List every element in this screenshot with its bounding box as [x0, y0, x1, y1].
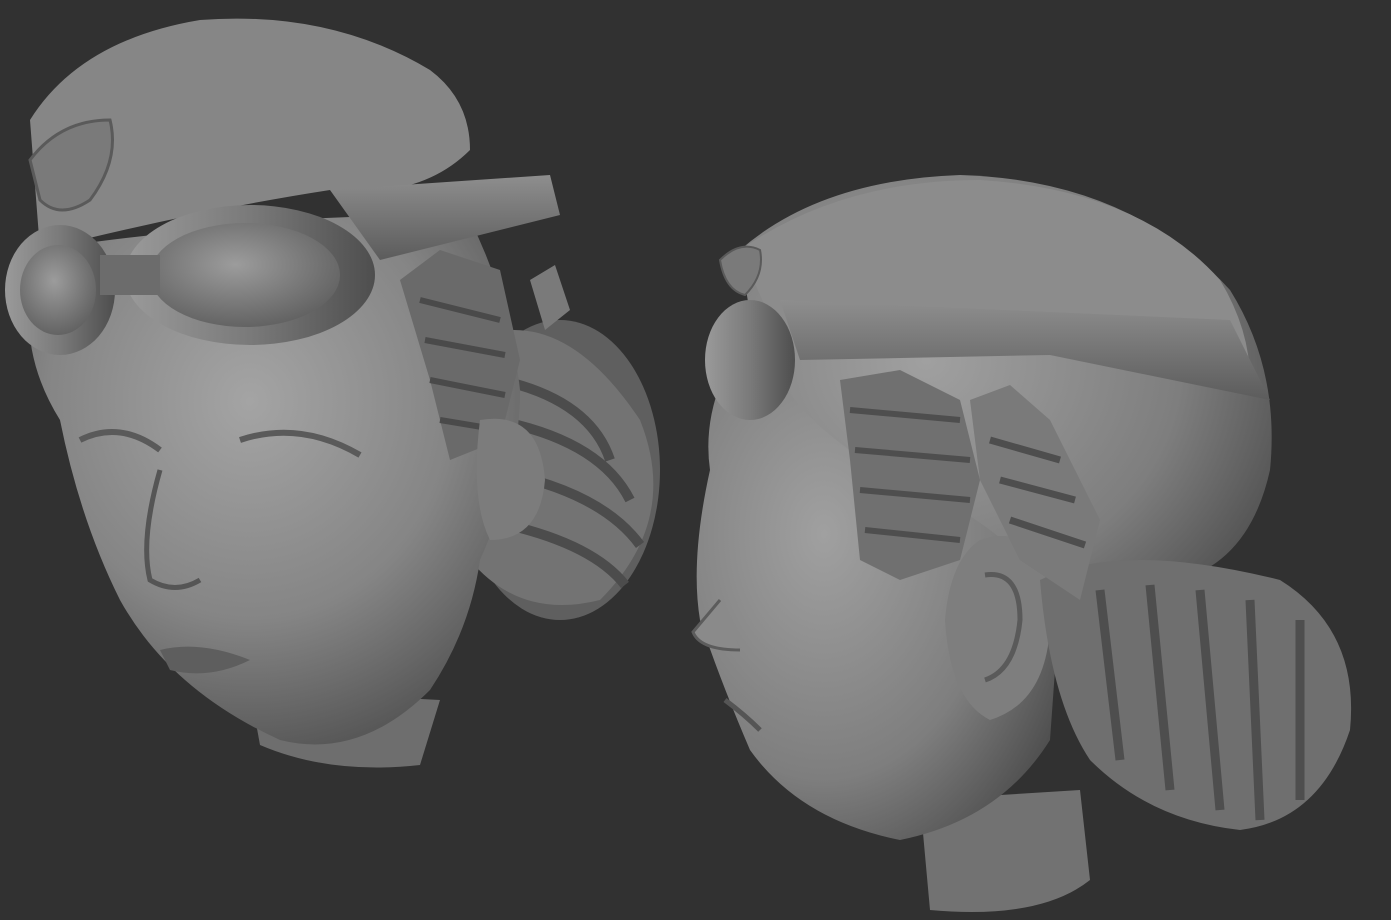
hair-sideburn: [840, 370, 980, 580]
goggles: [5, 205, 375, 355]
goggle-lens: [705, 300, 795, 420]
sculpt-render: [5, 18, 1352, 912]
render-viewport: [0, 0, 1391, 920]
head-view-front: [5, 18, 660, 768]
head-view-side: [691, 175, 1352, 912]
